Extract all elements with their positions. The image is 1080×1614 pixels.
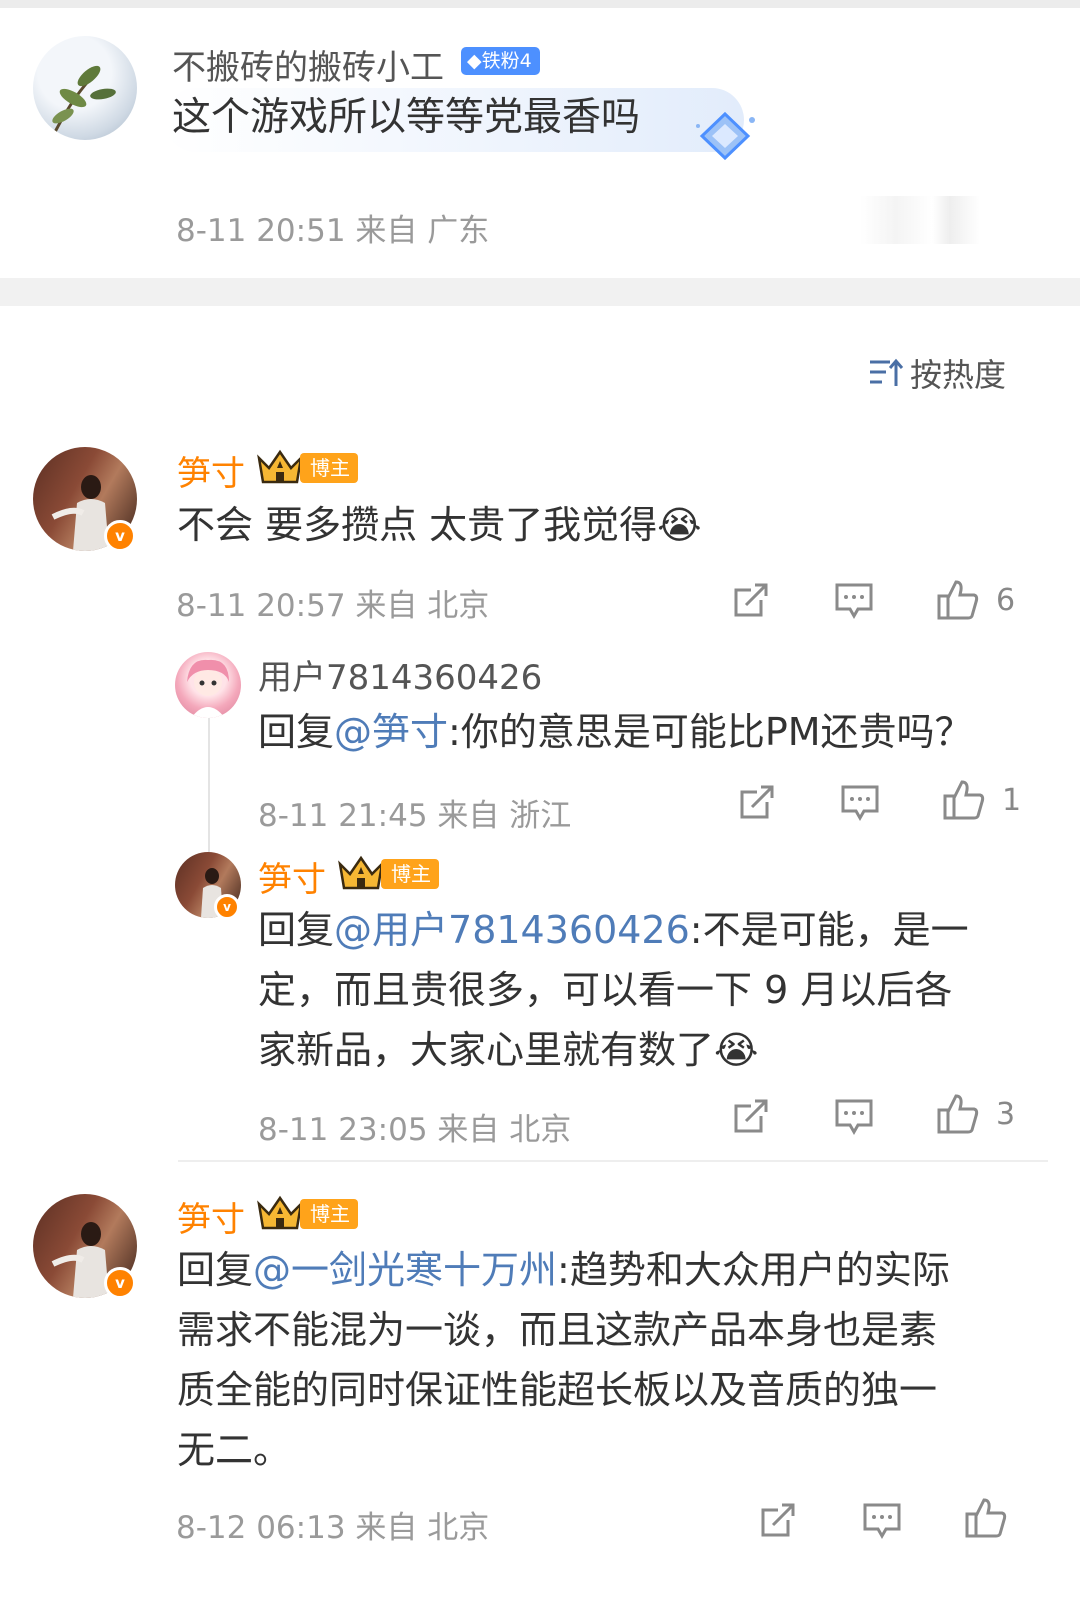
reply-meta: 8-11 21:45 来自 浙江	[258, 798, 572, 834]
mention-link[interactable]: @一剑光寒十万州	[253, 1248, 557, 1292]
comment-username[interactable]: 笋寸	[177, 446, 245, 495]
diamond-decoration-icon	[694, 110, 756, 166]
faded-action-placeholder	[860, 196, 980, 244]
reply-meta: 8-11 23:05 来自 北京	[258, 1112, 572, 1148]
crown-icon	[338, 854, 384, 890]
verified-icon: v	[104, 1267, 136, 1299]
share-icon[interactable]	[758, 1500, 798, 1540]
comment-icon[interactable]	[834, 1098, 874, 1136]
diamond-icon: ◆	[467, 50, 482, 72]
fan-badge-label: 铁粉4	[481, 50, 532, 72]
comment-icon[interactable]	[862, 1502, 902, 1540]
verified-icon: v	[104, 520, 136, 552]
author-badge: 博主	[300, 1199, 358, 1229]
like-count: 1	[1002, 783, 1022, 818]
share-icon[interactable]	[737, 782, 777, 822]
comment-icon[interactable]	[834, 582, 874, 620]
comment-line: 质全能的同时保证性能超长板以及音质的独一	[177, 1368, 938, 1412]
author-badge: 博主	[300, 453, 358, 483]
comment-line: 需求不能混为一谈，而且这款产品本身也是素	[177, 1308, 938, 1352]
post-username[interactable]: 不搬砖的搬砖小工	[172, 40, 444, 89]
reply-username[interactable]: 笋寸	[258, 852, 326, 901]
like-count: 6	[996, 583, 1016, 618]
like-icon[interactable]	[964, 1496, 1008, 1540]
reply-avatar[interactable]	[175, 652, 241, 718]
comment-line: 无二。	[177, 1428, 292, 1472]
like-icon[interactable]	[936, 1092, 980, 1136]
comment-line: 回复@一剑光寒十万州:趋势和大众用户的实际	[177, 1240, 1037, 1300]
fan-badge[interactable]: ◆铁粉4	[461, 47, 540, 75]
post-avatar[interactable]	[33, 36, 137, 140]
comment-text: 不会 要多攒点 太贵了我觉得😭	[177, 503, 702, 547]
comment-divider	[178, 1160, 1048, 1162]
comment-icon[interactable]	[840, 784, 880, 822]
reply-line: 回复@用户7814360426:不是可能，是一	[258, 900, 1038, 960]
author-badge: 博主	[381, 859, 439, 889]
sort-icon	[868, 356, 904, 390]
reply-content: :你的意思是可能比PM还贵吗？	[448, 710, 973, 754]
comment-meta: 8-12 06:13 来自 北京	[176, 1510, 490, 1546]
reply-text: 回复@用户7814360426:不是可能，是一 定，而且贵很多，可以看一下 9 …	[258, 900, 1038, 1080]
reply-text: 回复@笋寸:你的意思是可能比PM还贵吗？	[258, 702, 1038, 762]
comment-meta: 8-11 20:57 来自 北京	[176, 588, 490, 624]
comment-username[interactable]: 笋寸	[177, 1192, 245, 1241]
crown-icon	[257, 448, 303, 484]
share-icon[interactable]	[731, 1096, 771, 1136]
like-icon[interactable]	[936, 578, 980, 622]
comment-content: :趋势和大众用户的实际	[557, 1248, 950, 1292]
top-divider	[0, 0, 1080, 8]
section-separator	[0, 278, 1080, 306]
mention-link[interactable]: @笋寸	[334, 710, 448, 754]
verified-icon: v	[214, 894, 240, 920]
reply-prefix: 回复	[177, 1248, 254, 1292]
reply-prefix: 回复	[258, 710, 335, 754]
post-text: 这个游戏所以等等党最香吗	[172, 95, 641, 140]
post-meta: 8-11 20:51 来自 广东	[176, 213, 490, 249]
crown-icon	[257, 1194, 303, 1230]
mention-link[interactable]: @用户7814360426	[334, 908, 690, 952]
reply-username[interactable]: 用户7814360426	[258, 650, 542, 699]
reply-content: :不是可能，是一	[689, 908, 969, 952]
sort-label: 按热度	[910, 356, 1007, 394]
comment-text: 回复@一剑光寒十万州:趋势和大众用户的实际 需求不能混为一谈，而且这款产品本身也…	[177, 1240, 1037, 1480]
reply-line: 家新品，大家心里就有数了😭	[258, 1028, 759, 1072]
like-icon[interactable]	[942, 778, 986, 822]
plant-image	[51, 65, 116, 137]
reply-prefix: 回复	[258, 908, 335, 952]
share-icon[interactable]	[731, 580, 771, 620]
reply-thread-line	[208, 718, 210, 852]
anime-avatar-image	[187, 659, 229, 718]
like-count: 3	[996, 1097, 1016, 1132]
reply-line: 定，而且贵很多，可以看一下 9 月以后各	[258, 968, 953, 1012]
